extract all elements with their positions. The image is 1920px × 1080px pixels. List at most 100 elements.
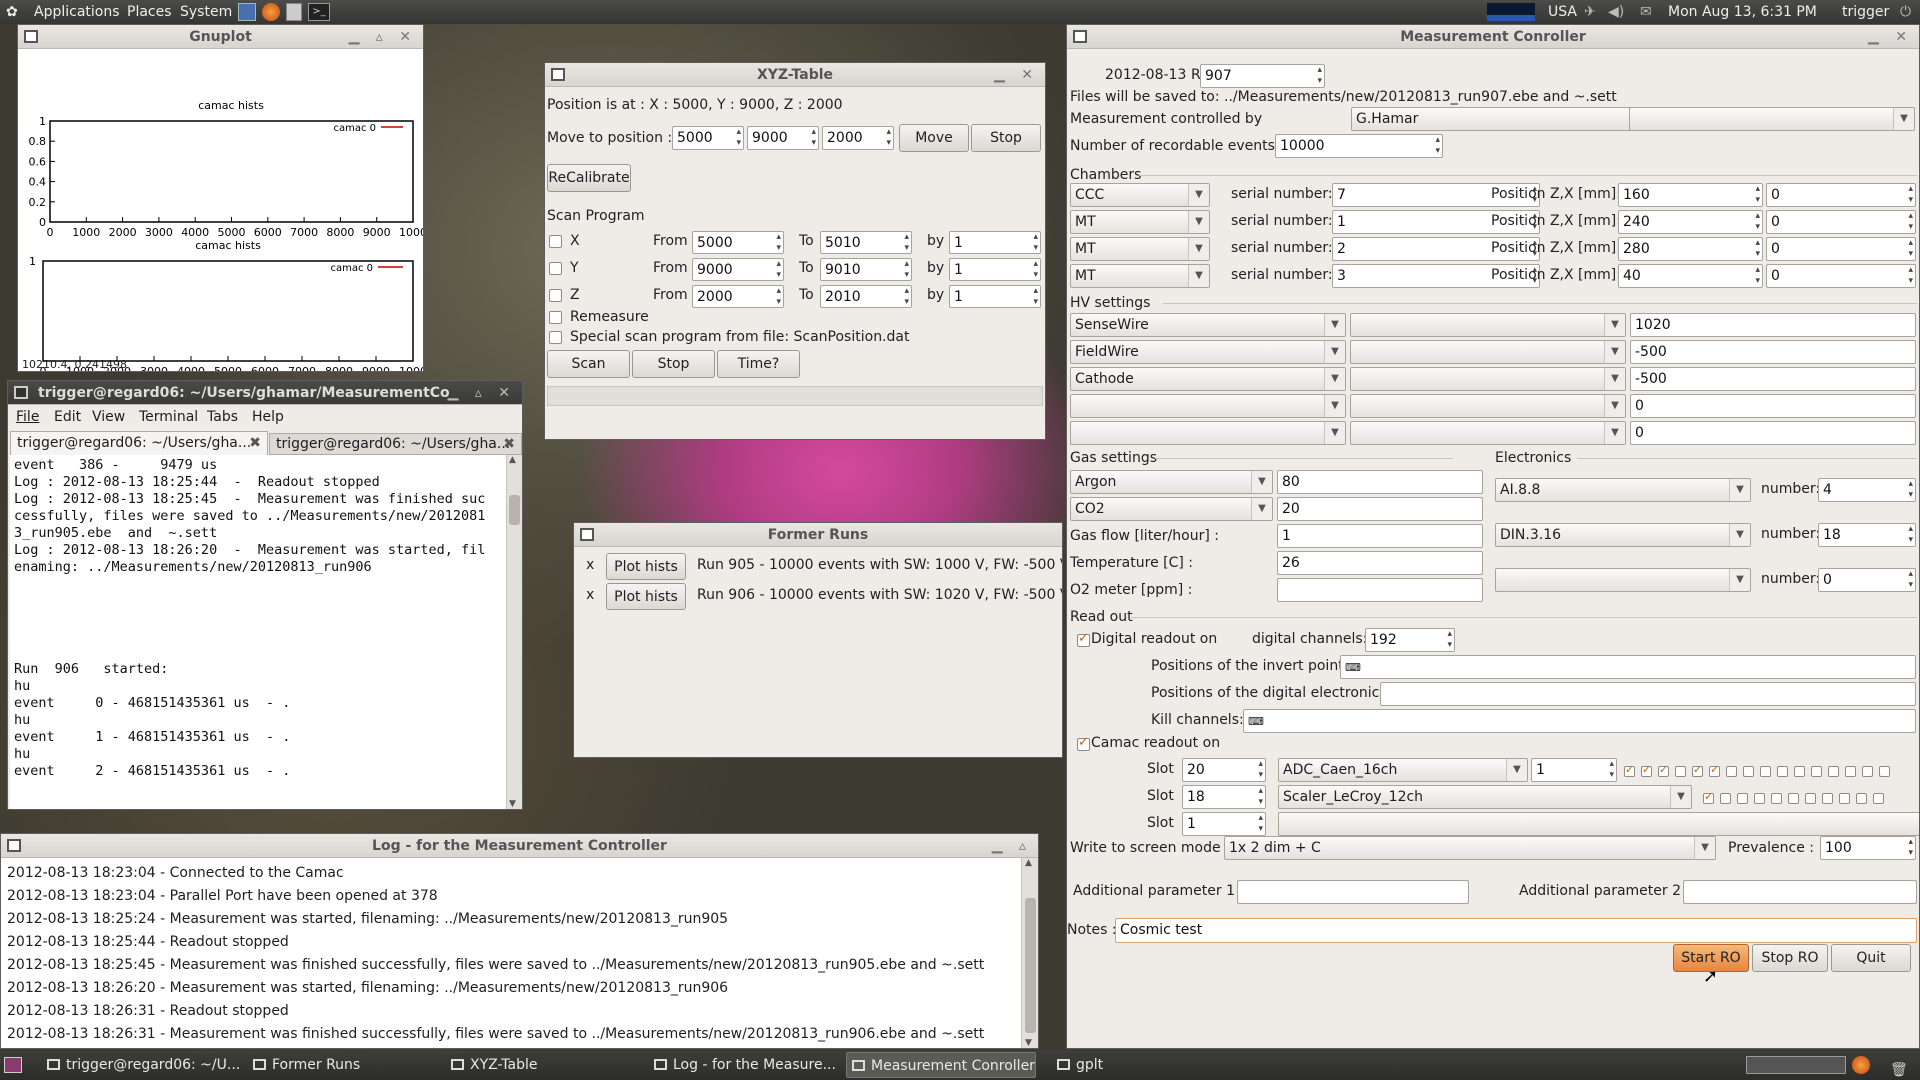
scan-by-input[interactable]: 1 — [949, 231, 1041, 254]
position-x-input[interactable]: 0 — [1766, 183, 1916, 207]
time-button[interactable]: Time? — [717, 350, 800, 378]
plot-hists-button-906[interactable]: Plot hists — [606, 583, 686, 610]
terminal-tab-1[interactable]: trigger@regard06: ~/Users/gha... ✖ — [10, 431, 268, 455]
additional-param-1-input[interactable] — [1237, 880, 1469, 904]
taskbar-item[interactable]: XYZ-Table — [446, 1052, 641, 1078]
window-menu-icon[interactable] — [7, 839, 21, 852]
window-menu-icon[interactable] — [14, 386, 28, 399]
remeasure-checkbox[interactable] — [549, 311, 562, 324]
window-controls[interactable]: ▁ ✕ — [1868, 25, 1913, 49]
close-tab-icon[interactable]: ✖ — [249, 432, 261, 454]
menu-system[interactable]: System — [180, 0, 232, 24]
firefox-icon[interactable] — [262, 3, 280, 21]
scan-from-input[interactable]: 9000 — [692, 258, 784, 281]
gas-percent-input[interactable]: 80 — [1277, 470, 1483, 494]
scan-from-input[interactable]: 5000 — [692, 231, 784, 254]
scan-to-input[interactable]: 5010 — [820, 231, 912, 254]
taskbar-item[interactable]: Log - for the Measure... — [649, 1052, 839, 1078]
gnome-foot-icon[interactable]: ✿ — [6, 0, 18, 24]
channel-toggle[interactable] — [1692, 763, 1703, 777]
scan-z-checkbox[interactable] — [549, 289, 562, 302]
scan-by-input[interactable]: 1 — [949, 285, 1041, 308]
terminal-titlebar[interactable]: trigger@regard06: ~/Users/ghamar/Measure… — [8, 381, 522, 405]
channel-toggle[interactable] — [1822, 792, 1833, 804]
gas-type-select[interactable]: Argon — [1070, 470, 1273, 494]
o2-input[interactable] — [1277, 578, 1483, 602]
digital-readout-checkbox[interactable] — [1077, 631, 1090, 647]
window-controls[interactable]: ▁ ✕ — [994, 63, 1039, 87]
terminal-output[interactable]: event 386 - 9479 us Log : 2012-08-13 18:2… — [10, 455, 506, 809]
launcher-icon[interactable] — [238, 3, 256, 21]
channel-toggle[interactable] — [1828, 765, 1839, 777]
remove-run-905[interactable]: x — [586, 557, 594, 573]
scan-by-input[interactable]: 1 — [949, 258, 1041, 281]
channel-toggle[interactable] — [1675, 765, 1686, 777]
mail-icon[interactable]: ✉ — [1640, 0, 1652, 24]
log-scrollbar[interactable]: ▲ ▼ — [1021, 858, 1038, 1048]
scan-y-checkbox[interactable] — [549, 262, 562, 275]
channel-toggle[interactable] — [1754, 792, 1765, 804]
hv-module-select[interactable] — [1350, 367, 1626, 391]
move-x-input[interactable]: 5000 — [672, 126, 744, 150]
chamber-type-select[interactable]: MT — [1070, 210, 1210, 234]
channel-toggle[interactable] — [1845, 765, 1856, 777]
window-controls[interactable]: ▁ ▵ ✕ — [349, 25, 417, 49]
remove-run-906[interactable]: x — [586, 587, 594, 603]
volume-icon[interactable]: ◀) — [1608, 0, 1624, 24]
log-titlebar[interactable]: Log - for the Measurement Controller ▁ ▵ — [1, 834, 1038, 858]
channel-toggle[interactable] — [1760, 765, 1771, 777]
electronics-number-input[interactable]: 18 — [1818, 523, 1916, 547]
quit-button[interactable]: Quit — [1831, 944, 1911, 972]
prevalence-input[interactable]: 100 — [1820, 836, 1916, 860]
close-tab-icon[interactable]: ✖ — [503, 434, 515, 454]
position-x-input[interactable]: 0 — [1766, 210, 1916, 234]
scan-from-input[interactable]: 2000 — [692, 285, 784, 308]
log-content[interactable]: 2012-08-13 18:23:04 - Connected to the C… — [1, 858, 1021, 1048]
channel-toggle[interactable] — [1794, 765, 1805, 777]
scan-x-checkbox[interactable] — [549, 235, 562, 248]
scrollbar-thumb[interactable] — [509, 495, 520, 525]
menu-applications[interactable]: Applications — [34, 0, 120, 24]
channel-toggle[interactable] — [1788, 792, 1799, 804]
gas-flow-input[interactable]: 1 — [1277, 524, 1483, 548]
channel-toggle[interactable] — [1879, 765, 1890, 777]
firefox-tray-icon[interactable] — [1852, 1056, 1870, 1074]
recalibrate-button[interactable]: ReCalibrate — [547, 164, 631, 192]
channel-toggle[interactable] — [1703, 790, 1714, 804]
taskbar-item[interactable]: trigger@regard06: ~/U... — [42, 1052, 242, 1078]
terminal-menu-edit[interactable]: Edit — [54, 405, 81, 429]
hv-module-select[interactable] — [1350, 394, 1626, 418]
hv-voltage-input[interactable]: 0 — [1630, 394, 1916, 418]
stop-move-button[interactable]: Stop — [971, 124, 1041, 152]
terminal-menu-view[interactable]: View — [92, 405, 125, 429]
slot-number-input[interactable]: 1 — [1182, 812, 1266, 836]
scan-to-input[interactable]: 9010 — [820, 258, 912, 281]
temperature-input[interactable]: 26 — [1277, 551, 1483, 575]
user-menu[interactable]: trigger — [1842, 0, 1889, 24]
channel-toggle[interactable] — [1641, 763, 1652, 777]
former-titlebar[interactable]: Former Runs — [574, 523, 1062, 547]
notes-input[interactable]: Cosmic test — [1115, 918, 1917, 943]
chamber-type-select[interactable]: CCC — [1070, 183, 1210, 207]
digital-channels-input[interactable]: 192 — [1365, 628, 1455, 652]
write-screen-mode-select[interactable]: 1x 2 dim + C — [1224, 836, 1716, 860]
gnuplot-titlebar[interactable]: Gnuplot ▁ ▵ ✕ — [18, 25, 423, 49]
stop-ro-button[interactable]: Stop RO — [1752, 944, 1828, 972]
additional-param-2-input[interactable] — [1683, 880, 1917, 904]
hv-voltage-input[interactable]: -500 — [1630, 367, 1916, 391]
scrollbar-thumb[interactable] — [1025, 898, 1036, 1033]
special-scan-checkbox[interactable] — [549, 331, 562, 344]
slot-number-input[interactable]: 18 — [1182, 785, 1266, 809]
scan-button[interactable]: Scan — [547, 350, 630, 378]
terminal-scrollbar[interactable]: ▲ ▼ — [506, 455, 522, 809]
hv-channel-select[interactable]: Cathode — [1070, 367, 1346, 391]
hv-module-select[interactable] — [1350, 421, 1626, 445]
hv-channel-select[interactable]: SenseWire — [1070, 313, 1346, 337]
channel-toggle[interactable] — [1777, 765, 1788, 777]
channel-toggle[interactable] — [1805, 792, 1816, 804]
taskbar-item[interactable]: gplt — [1052, 1052, 1132, 1078]
hv-voltage-input[interactable]: 0 — [1630, 421, 1916, 445]
channel-toggle[interactable] — [1720, 792, 1731, 804]
channel-toggle[interactable] — [1856, 792, 1867, 804]
network-icon[interactable]: ✈ — [1584, 0, 1596, 24]
